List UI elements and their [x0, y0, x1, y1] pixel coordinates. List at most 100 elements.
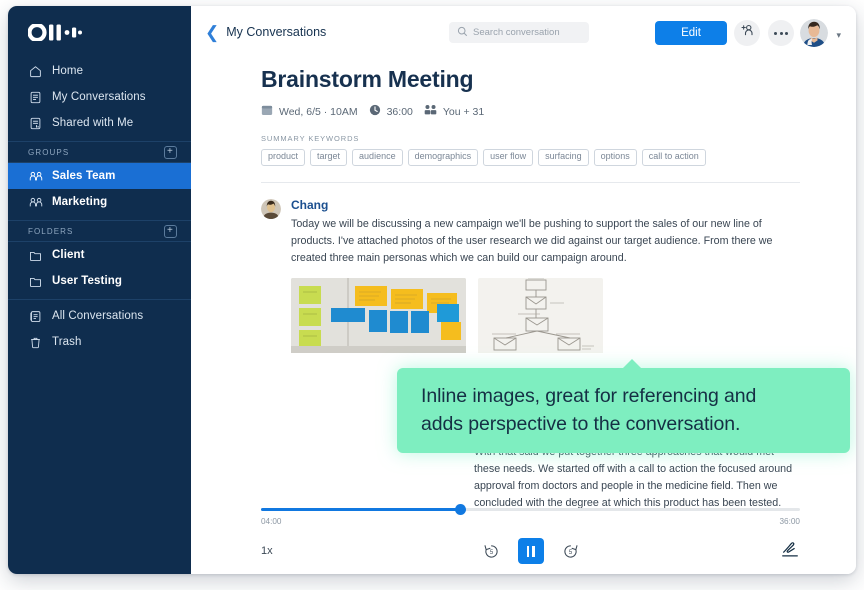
document-lines-icon [28, 90, 43, 105]
people-icon [28, 195, 43, 210]
sidebar-item-client[interactable]: Client [8, 242, 191, 268]
folder-icon [28, 274, 43, 289]
rewind-5-icon: 5 [483, 543, 500, 560]
search-input[interactable]: Search conversation [449, 22, 589, 43]
speaker-avatar [261, 199, 281, 219]
search-placeholder: Search conversation [473, 27, 560, 38]
meta-participants-text: You + 31 [443, 106, 484, 118]
flowchart-sketch-photo[interactable] [478, 278, 603, 358]
rewind-5-button[interactable]: 5 [483, 543, 500, 560]
message-paragraph-1: Today we will be discussing a new campai… [291, 216, 800, 267]
top-bar: ❮ My Conversations Search conversation E… [191, 6, 856, 58]
add-folder-button[interactable]: + [164, 225, 177, 238]
keyword-chip[interactable]: user flow [483, 149, 533, 166]
meta-duration: 36:00 [369, 104, 413, 119]
message-body: Chang Today we will be discussing a new … [291, 198, 800, 358]
archive-icon [28, 309, 43, 324]
sidebar-item-my-conversations[interactable]: My Conversations [8, 84, 191, 110]
back-button[interactable]: ❮ My Conversations [205, 24, 326, 41]
add-group-button[interactable]: + [164, 146, 177, 159]
keyword-chip[interactable]: options [594, 149, 637, 166]
inline-images [291, 278, 800, 358]
keyword-chip[interactable]: target [310, 149, 347, 166]
sidebar-item-all-conversations[interactable]: All Conversations [8, 303, 191, 329]
meta-participants: You + 31 [424, 104, 484, 119]
sidebar-label: All Conversations [52, 310, 143, 322]
keyword-chip[interactable]: audience [352, 149, 403, 166]
sidebar-label: Shared with Me [52, 117, 133, 129]
main-panel: ❮ My Conversations Search conversation E… [191, 6, 856, 574]
trash-icon [28, 335, 43, 350]
oll-logo-icon [28, 24, 82, 41]
page-title: Brainstorm Meeting [261, 66, 800, 93]
svg-text:5: 5 [568, 550, 572, 556]
pause-button[interactable] [518, 538, 544, 564]
meta-row: Wed, 6/5 · 10AM 36:00 You + 31 [261, 104, 800, 119]
home-icon [28, 64, 43, 79]
signature-edit-button[interactable] [780, 539, 800, 564]
meta-duration-text: 36:00 [387, 106, 413, 118]
forward-5-icon: 5 [562, 543, 579, 560]
add-person-button[interactable] [734, 20, 760, 46]
more-options-button[interactable] [768, 20, 794, 46]
message-block: Chang Today we will be discussing a new … [261, 198, 800, 358]
sidebar-item-home[interactable]: Home [8, 58, 191, 84]
keyword-chip[interactable]: surfacing [538, 149, 589, 166]
meta-date-text: Wed, 6/5 · 10AM [279, 106, 358, 118]
breadcrumb-label: My Conversations [226, 25, 326, 39]
flowchart-image [478, 278, 603, 353]
people-icon [28, 169, 43, 184]
callout-text: Inline images, great for referencing and… [421, 383, 756, 438]
sidebar-label: Trash [52, 336, 81, 348]
clock-icon [369, 104, 381, 119]
playback-speed[interactable]: 1x [261, 545, 273, 557]
keywords-label: SUMMARY KEYWORDS [261, 134, 800, 143]
sidebar: Home My Conversations Shared with Me GRO… [8, 6, 191, 574]
total-time: 36:00 [780, 517, 801, 526]
progress-fill [261, 508, 460, 511]
more-options-icon [774, 32, 788, 35]
section-divider [261, 182, 800, 183]
keyword-chip[interactable]: product [261, 149, 305, 166]
folders-section-header: FOLDERS + [8, 220, 191, 242]
sidebar-item-shared-with-me[interactable]: Shared with Me [8, 110, 191, 136]
app-window: Home My Conversations Shared with Me GRO… [8, 6, 856, 574]
sidebar-label: User Testing [52, 275, 122, 287]
sidebar-item-sales-team[interactable]: Sales Team [8, 163, 191, 189]
callout-pointer [621, 359, 643, 370]
search-icon [457, 24, 468, 42]
groups-label: GROUPS [28, 148, 69, 157]
user-avatar-image [800, 19, 828, 47]
forward-5-button[interactable]: 5 [562, 543, 579, 560]
pause-bar [532, 546, 535, 557]
sidebar-item-marketing[interactable]: Marketing [8, 189, 191, 215]
sidebar-label: Sales Team [52, 170, 115, 182]
progress-slider[interactable] [261, 504, 800, 514]
keyword-chip[interactable]: call to action [642, 149, 706, 166]
chevron-left-icon: ❮ [205, 24, 219, 41]
app-logo [8, 6, 191, 58]
avatar[interactable] [800, 19, 828, 47]
keyword-chip[interactable]: demographics [408, 149, 479, 166]
calendar-icon [261, 104, 273, 119]
sidebar-label: My Conversations [52, 91, 146, 103]
sidebar-label: Home [52, 65, 83, 77]
sticky-notes-photo[interactable] [291, 278, 466, 358]
pause-bar [527, 546, 530, 557]
sidebar-divider [8, 299, 191, 300]
edit-button[interactable]: Edit [655, 21, 727, 45]
callout-line-1: Inline images, great for referencing and [421, 383, 756, 411]
callout-line-2: adds perspective to the conversation. [421, 411, 756, 439]
chevron-down-icon[interactable]: ▾ [836, 30, 841, 41]
sidebar-item-user-testing[interactable]: User Testing [8, 268, 191, 294]
document-shared-icon [28, 116, 43, 131]
audio-player: 04:00 36:00 1x 5 [191, 496, 856, 574]
sidebar-label: Marketing [52, 196, 107, 208]
sidebar-item-trash[interactable]: Trash [8, 329, 191, 355]
current-time: 04:00 [261, 517, 282, 526]
participants-icon [424, 104, 437, 119]
groups-section-header: GROUPS + [8, 141, 191, 163]
sticky-notes-image [291, 278, 466, 353]
progress-thumb[interactable] [455, 504, 466, 515]
player-controls: 1x 5 [261, 535, 800, 567]
